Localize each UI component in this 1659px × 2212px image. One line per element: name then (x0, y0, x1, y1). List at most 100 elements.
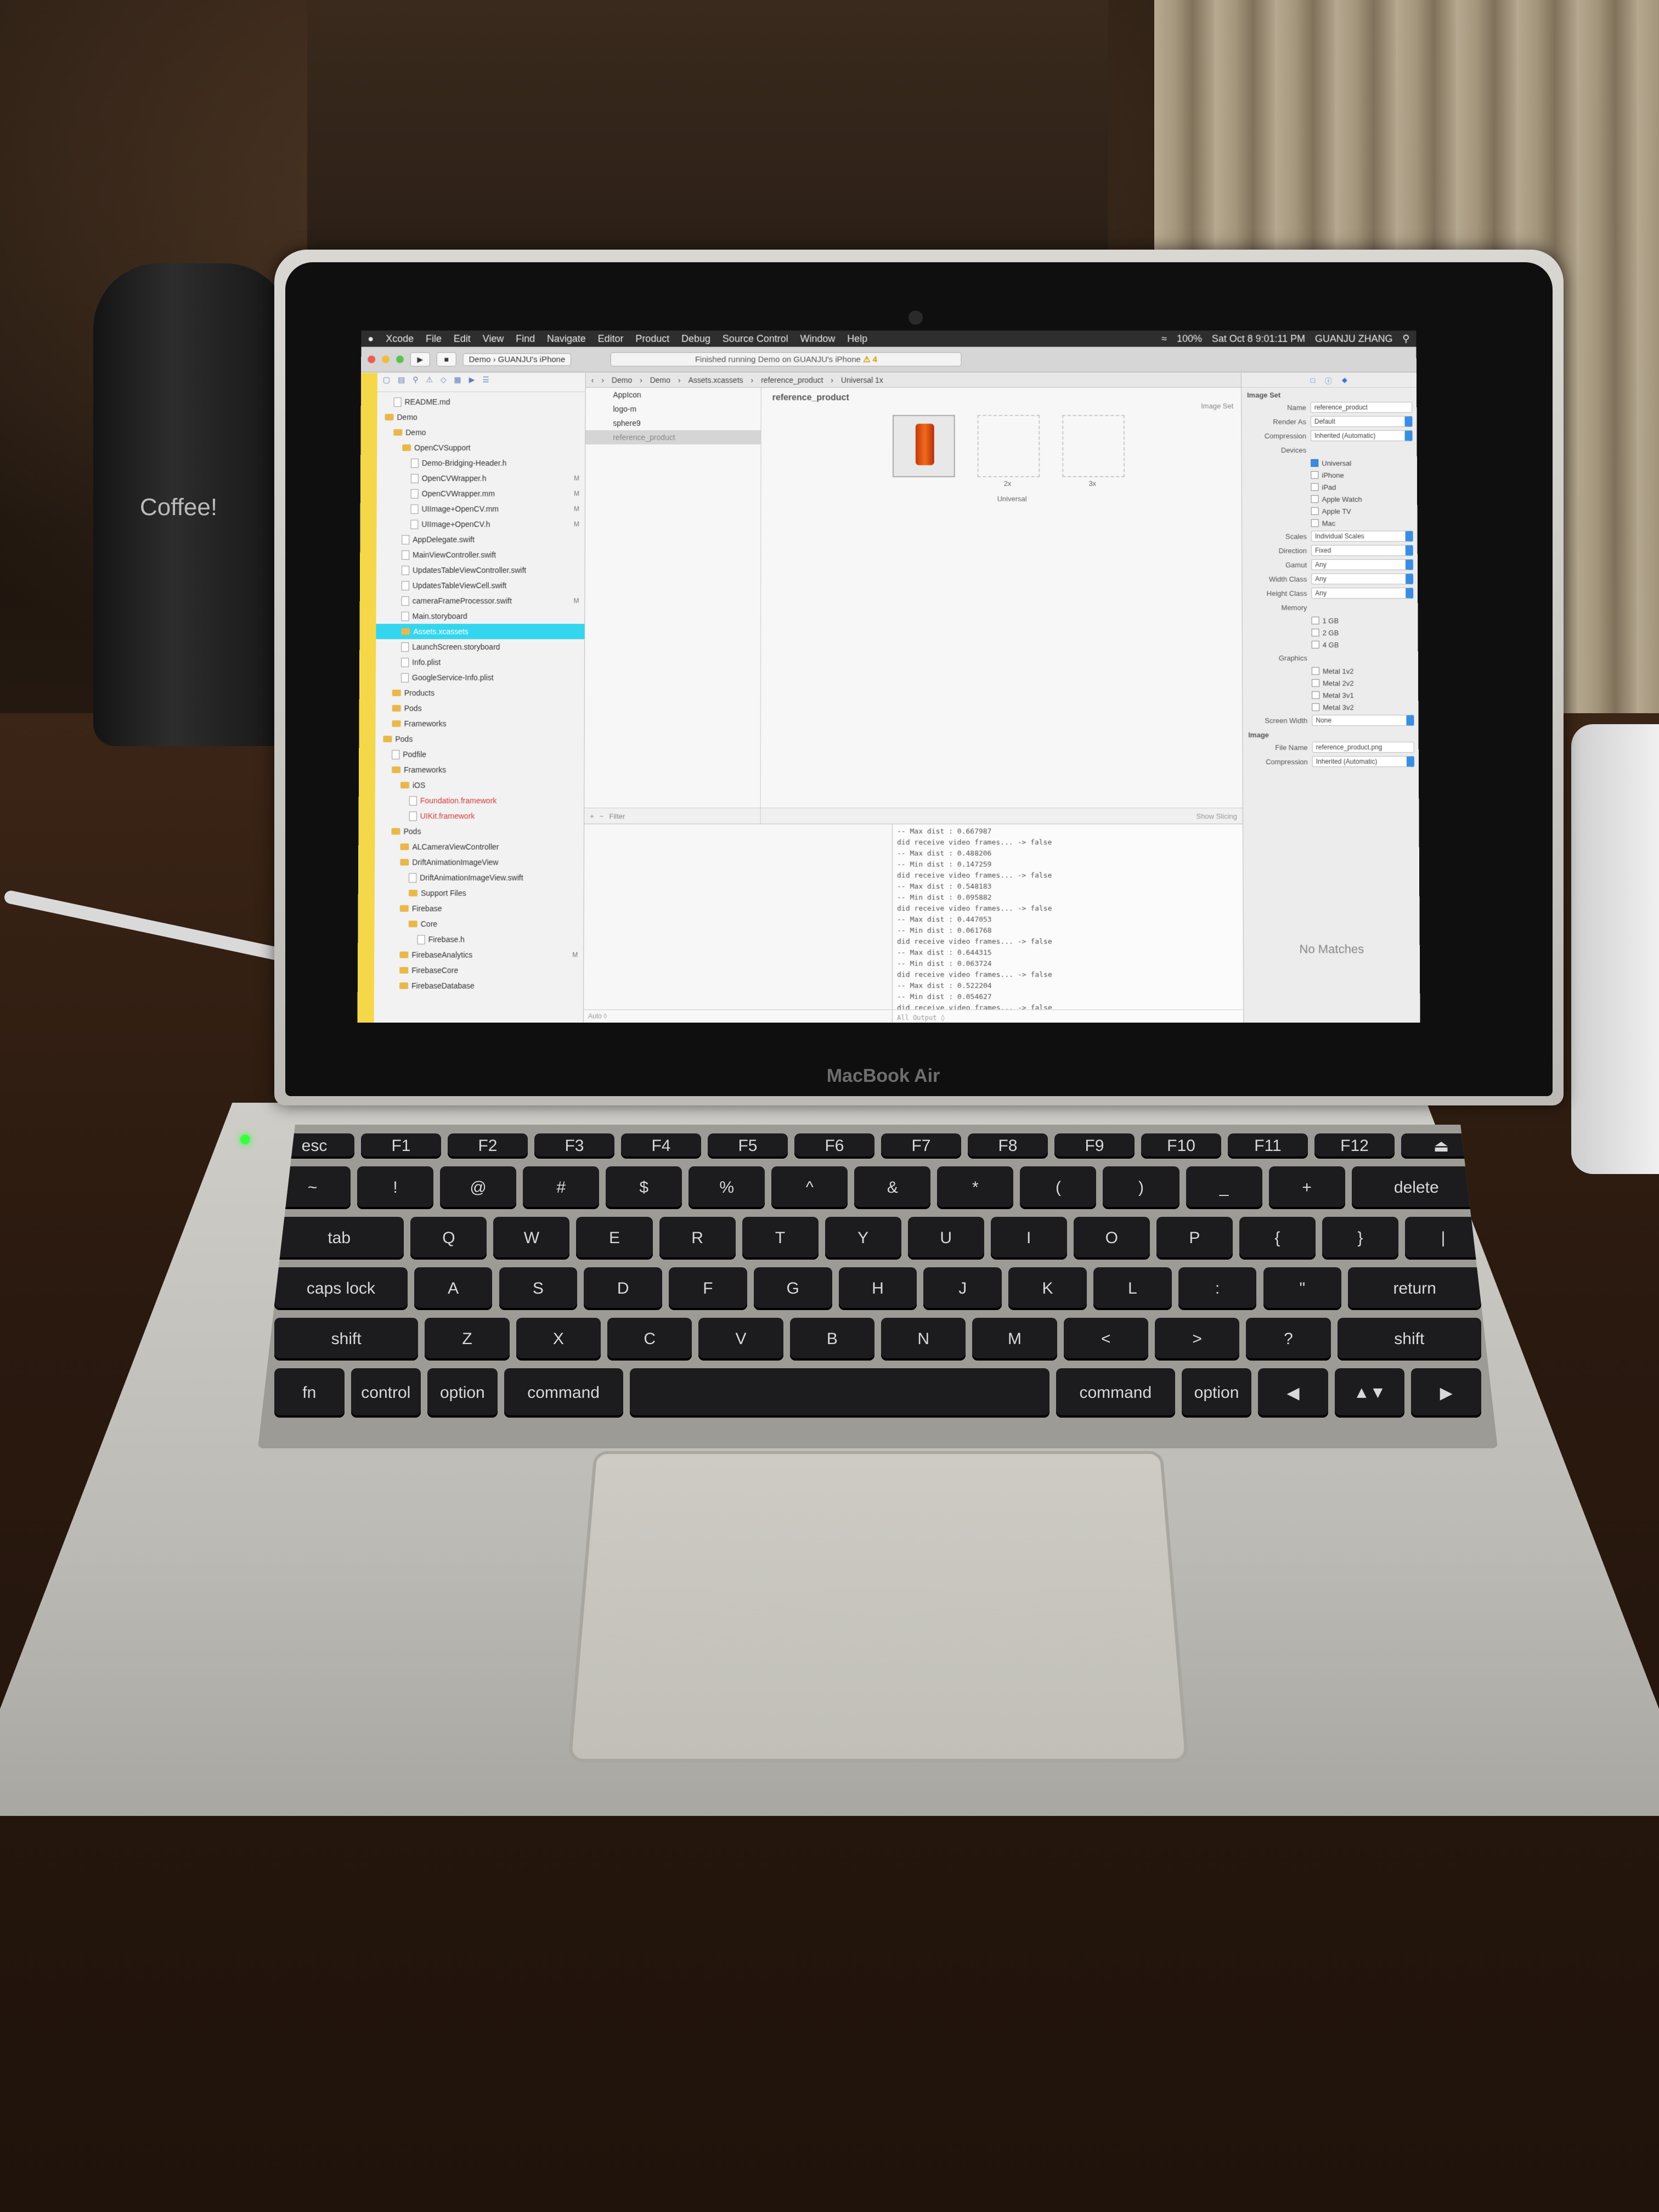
keyboard-key[interactable]: W (493, 1217, 570, 1260)
scales-select[interactable]: Individual Scales (1311, 531, 1413, 542)
keyboard-key[interactable]: % (689, 1166, 765, 1209)
memory-option[interactable]: 2 GB (1243, 627, 1418, 639)
file-inspector-icon[interactable]: □ (1311, 376, 1315, 384)
graphics-option[interactable]: Metal 2v2 (1243, 677, 1418, 689)
keyboard-key[interactable]: D (584, 1267, 663, 1310)
keyboard-key[interactable]: F10 (1141, 1133, 1221, 1159)
keyboard-key[interactable]: N (881, 1318, 966, 1361)
keyboard-key[interactable]: command (504, 1368, 623, 1418)
keyboard-key[interactable]: X (516, 1318, 601, 1361)
navigator-row[interactable]: DriftAnimationImageView (375, 855, 584, 870)
keyboard-key[interactable]: ▶ (1411, 1368, 1481, 1418)
menu-item[interactable]: Navigate (547, 333, 586, 345)
keyboard-key[interactable]: Z (425, 1318, 510, 1361)
navigator-row[interactable]: UIImage+OpenCV.mm M (377, 501, 585, 517)
width-class-select[interactable]: Any (1311, 573, 1414, 585)
scheme-selector[interactable]: Demo › GUANJU's iPhone (462, 353, 572, 366)
graphics-option[interactable]: Metal 1v2 (1243, 665, 1418, 677)
navigator-row[interactable]: UIImage+OpenCV.h M (376, 517, 585, 532)
navigator-row[interactable]: Main.storyboard (376, 608, 585, 624)
checkbox[interactable] (1311, 495, 1319, 503)
device-option[interactable]: iPad (1242, 481, 1417, 493)
zoom-window-button[interactable] (396, 356, 404, 363)
navigator-row[interactable]: Foundation.framework (375, 793, 584, 808)
keyboard-key[interactable]: > (1154, 1318, 1240, 1361)
keyboard-key[interactable]: A (414, 1267, 493, 1310)
keyboard-key[interactable] (629, 1368, 1049, 1418)
menu-item[interactable]: Window (800, 333, 835, 345)
keyboard-key[interactable]: tab (274, 1217, 404, 1260)
keyboard-key[interactable]: J (923, 1267, 1002, 1310)
asset-item[interactable]: reference_product (585, 430, 761, 445)
keyboard-key[interactable]: ! (357, 1166, 434, 1209)
screen-width-select[interactable]: None (1312, 715, 1414, 726)
run-button[interactable]: ▶ (410, 352, 430, 366)
device-option[interactable]: Universal (1242, 457, 1417, 469)
keyboard-key[interactable]: I (990, 1217, 1067, 1260)
add-asset-button[interactable]: + (590, 812, 594, 820)
keyboard-key[interactable]: M (972, 1318, 1057, 1361)
memory-option[interactable]: 1 GB (1243, 614, 1418, 627)
compression-select[interactable]: Inherited (Automatic) (1310, 430, 1413, 442)
keyboard-key[interactable]: fn (274, 1368, 345, 1418)
minimize-window-button[interactable] (382, 356, 390, 363)
menu-item[interactable]: Xcode (386, 333, 414, 345)
device-option[interactable]: iPhone (1242, 469, 1417, 481)
navigator-row[interactable]: LaunchScreen.storyboard (376, 639, 584, 654)
navigator-row[interactable]: Demo (377, 425, 585, 440)
checkbox[interactable] (1311, 617, 1319, 625)
name-field[interactable]: reference_product (1310, 402, 1413, 413)
user-label[interactable]: GUANJU ZHANG (1315, 333, 1393, 345)
menu-item[interactable]: View (483, 333, 504, 345)
image-compression-select[interactable]: Inherited (Automatic) (1312, 756, 1414, 768)
navigator-row[interactable]: Firebase (375, 901, 584, 916)
keyboard-key[interactable]: F5 (708, 1133, 788, 1159)
keyboard-key[interactable]: H (838, 1267, 917, 1310)
menu-item[interactable]: Editor (598, 333, 624, 345)
navigator-row[interactable]: UpdatesTableViewController.swift (376, 562, 585, 578)
keyboard-key[interactable]: F11 (1228, 1133, 1308, 1159)
navigator-row[interactable]: Firebase.h (374, 932, 583, 947)
keyboard-key[interactable]: $ (606, 1166, 682, 1209)
keyboard-key[interactable]: < (1063, 1318, 1148, 1361)
device-option[interactable]: Apple Watch (1242, 493, 1418, 505)
navigator-row[interactable]: Pods (375, 823, 584, 839)
navigator-row[interactable]: Demo (377, 409, 585, 425)
keyboard-key[interactable]: Q (410, 1217, 487, 1260)
keyboard-key[interactable]: F2 (448, 1133, 528, 1159)
keyboard-key[interactable]: F9 (1054, 1133, 1135, 1159)
keyboard-key[interactable]: | (1404, 1217, 1481, 1260)
keyboard-key[interactable]: G (753, 1267, 832, 1310)
device-option[interactable]: Mac (1242, 517, 1418, 529)
graphics-option[interactable]: Metal 3v1 (1243, 689, 1418, 701)
keyboard-key[interactable]: F4 (621, 1133, 701, 1159)
keyboard-key[interactable]: B (789, 1318, 874, 1361)
asset-item[interactable]: AppIcon (586, 388, 761, 402)
navigator-row[interactable]: Frameworks (375, 762, 584, 777)
issue-icon[interactable]: ⚠ (426, 375, 433, 390)
navigator-row[interactable]: Info.plist (376, 654, 584, 670)
symbol-icon[interactable]: ▤ (398, 375, 405, 390)
checkbox[interactable] (1311, 507, 1319, 515)
remove-asset-button[interactable]: − (600, 812, 604, 820)
checkbox[interactable] (1311, 483, 1319, 491)
asset-filter-input[interactable]: Filter (609, 812, 625, 820)
gamut-select[interactable]: Any (1311, 559, 1413, 571)
image-slot-1x[interactable] (892, 415, 955, 477)
search-icon[interactable]: ⚲ (413, 375, 418, 390)
keyboard-key[interactable]: U (907, 1217, 984, 1260)
keyboard-key[interactable]: ( (1020, 1166, 1097, 1209)
stop-button[interactable]: ■ (436, 352, 456, 366)
console-output[interactable]: -- Max dist : 0.667987 did receive video … (893, 824, 1244, 1023)
keyboard-key[interactable]: " (1263, 1267, 1342, 1310)
checkbox[interactable] (1311, 459, 1319, 467)
navigator-row[interactable]: cameraFrameProcessor.swift M (376, 593, 585, 608)
keyboard-key[interactable]: O (1073, 1217, 1150, 1260)
report-icon[interactable]: ☰ (482, 375, 489, 390)
checkbox[interactable] (1312, 703, 1320, 712)
keyboard-key[interactable]: { (1239, 1217, 1316, 1260)
jump-bar-item[interactable]: Demo (612, 376, 632, 385)
height-class-select[interactable]: Any (1311, 588, 1414, 599)
navigator-row[interactable]: UpdatesTableViewCell.swift (376, 578, 585, 593)
checkbox[interactable] (1311, 519, 1319, 527)
